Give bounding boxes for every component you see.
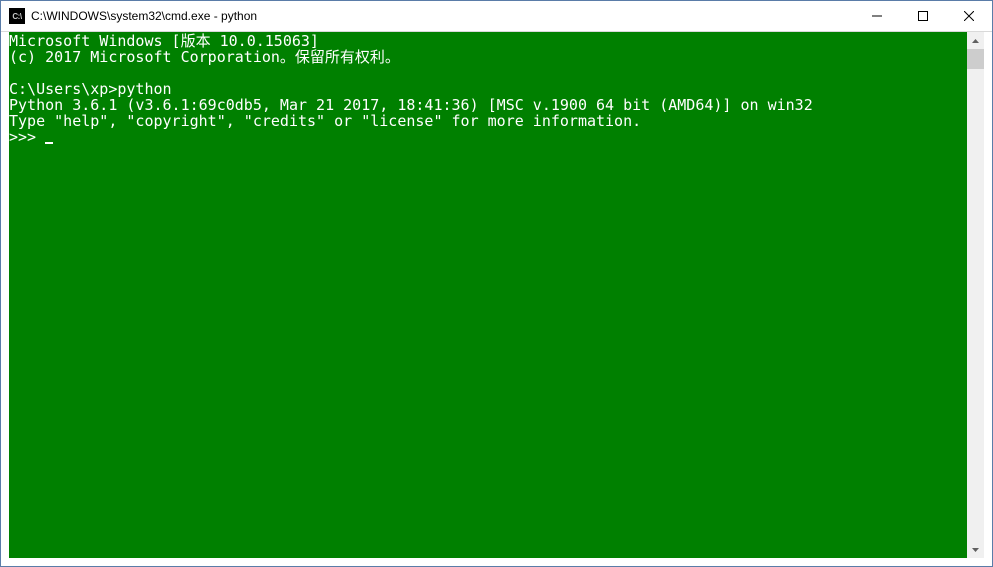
vertical-scrollbar[interactable] [967, 32, 984, 558]
close-button[interactable] [946, 1, 992, 31]
minimize-button[interactable] [854, 1, 900, 31]
client-area: Microsoft Windows [版本 10.0.15063] (c) 20… [1, 32, 992, 566]
console-output[interactable]: Microsoft Windows [版本 10.0.15063] (c) 20… [9, 32, 967, 558]
console-line: (c) 2017 Microsoft Corporation。保留所有权利。 [9, 48, 400, 66]
maximize-button[interactable] [900, 1, 946, 31]
cmd-window: C:\ C:\WINDOWS\system32\cmd.exe - python… [0, 0, 993, 567]
cmd-icon: C:\ [9, 8, 25, 24]
scroll-down-arrow-icon[interactable] [967, 541, 984, 558]
console-line: Type "help", "copyright", "credits" or "… [9, 112, 641, 130]
scroll-up-arrow-icon[interactable] [967, 32, 984, 49]
text-cursor [45, 142, 53, 144]
title-bar[interactable]: C:\ C:\WINDOWS\system32\cmd.exe - python [1, 1, 992, 32]
scroll-thumb[interactable] [967, 49, 984, 69]
scroll-track[interactable] [967, 49, 984, 541]
repl-prompt: >>> [9, 128, 45, 146]
window-title: C:\WINDOWS\system32\cmd.exe - python [31, 9, 854, 23]
window-controls [854, 1, 992, 31]
